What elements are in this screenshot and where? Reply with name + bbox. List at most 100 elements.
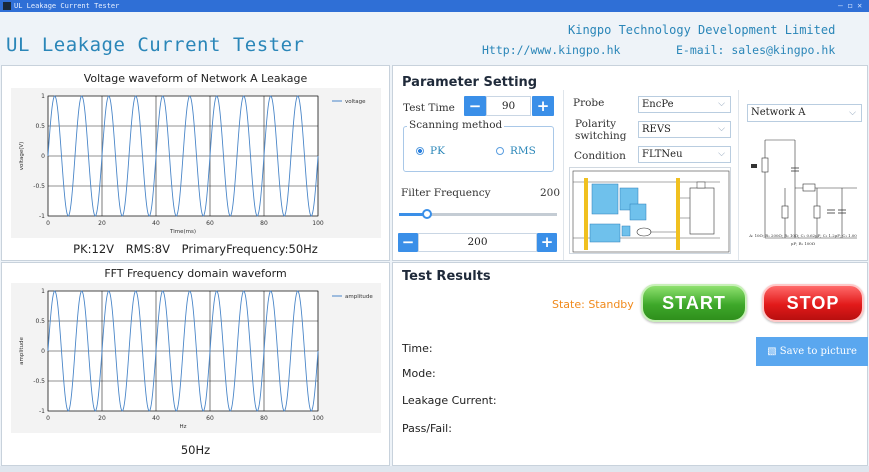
primary-frequency-value: PrimaryFrequency:50Hz: [181, 242, 318, 256]
state-status: State: Standby: [552, 298, 634, 311]
filter-frequency-label: Filter Frequency: [401, 187, 491, 199]
filter-minus-button[interactable]: −: [398, 233, 418, 252]
condition-label: Condition: [574, 150, 626, 162]
x-tick-label: 80: [260, 415, 268, 422]
website-text: Http://www.kingpo.hk: [482, 43, 621, 57]
network-value: Network A: [751, 107, 806, 118]
stop-button[interactable]: STOP: [762, 284, 864, 322]
scanning-method-label: Scanning method: [407, 119, 505, 131]
divider: [563, 90, 564, 260]
network-caption: A: 10Ω; R₁ 200Ω; R₂ 10Ω; C₁ 0.62μF; C₂ 1…: [749, 233, 857, 246]
window-titlebar[interactable]: UL Leakage Current Tester – ◻ ✕: [0, 0, 869, 12]
network-select[interactable]: Network A ⌵: [747, 104, 862, 122]
test-time-minus-button[interactable]: −: [464, 96, 486, 116]
start-button[interactable]: START: [641, 284, 747, 322]
voltage-chart-svg: 0 20 40 60 80 100 1 0.5 0 -0.5 -1 voltage Time(ms) vo…: [19, 93, 366, 235]
y-tick-label: -0.5: [33, 378, 45, 385]
image-icon: ▧: [767, 346, 780, 357]
polarity-label: Polarity switching: [575, 118, 627, 142]
window-title: UL Leakage Current Tester: [14, 2, 120, 10]
probe-label: Probe: [573, 97, 605, 109]
filter-frequency-value: 200: [540, 187, 561, 199]
radio-pk-label: PK: [430, 145, 445, 157]
x-axis-label: Hz: [179, 424, 186, 430]
rms-value: RMS:8V: [125, 242, 170, 256]
legend-label: voltage: [345, 99, 366, 105]
filter-slider-handle[interactable]: [422, 209, 433, 219]
app-header: Kingpo Technology Development Limited UL…: [0, 12, 869, 64]
y-tick-label: 1: [41, 93, 45, 100]
polarity-value: REVS: [642, 124, 671, 135]
voltage-chart-title: Voltage waveform of Network A Leakage: [83, 72, 308, 85]
y-axis-label: voltage(V): [19, 142, 25, 171]
test-results-title: Test Results: [402, 269, 491, 284]
test-time-plus-button[interactable]: +: [532, 96, 554, 116]
pk-value: PK:12V: [73, 242, 115, 256]
radio-rms-label: RMS: [510, 145, 536, 157]
fft-chart-svg: 0 20 40 60 80 100 1 0.5 0 -0.5 -1 amplitude Hz amplit…: [19, 288, 373, 430]
y-tick-label: 0.5: [35, 123, 45, 130]
save-to-picture-button[interactable]: ▧ Save to picture: [756, 337, 868, 366]
circuit-diagram-image: [572, 170, 730, 253]
mode-label: Mode:: [402, 367, 436, 380]
filter-frequency-input[interactable]: 200: [418, 233, 537, 252]
condition-value: FLTNeu: [642, 149, 683, 160]
save-to-picture-label: Save to picture: [779, 346, 857, 357]
y-tick-label: 0: [41, 153, 45, 160]
parameter-setting-title: Parameter Setting: [402, 75, 538, 90]
chevron-down-icon: ⌵: [718, 124, 725, 134]
polarity-select[interactable]: REVS ⌵: [638, 121, 731, 138]
radio-rms-dot[interactable]: [496, 147, 504, 155]
app-icon: [3, 2, 11, 10]
fft-chart-title: FFT Frequency domain waveform: [104, 267, 287, 280]
x-tick-label: 60: [206, 220, 214, 227]
y-tick-label: 1: [41, 288, 45, 295]
test-time-label: Test Time: [403, 102, 455, 114]
x-axis-label: Time(ms): [169, 229, 196, 235]
legend-label: amplitude: [345, 294, 373, 300]
x-tick-label: 100: [312, 415, 324, 422]
y-axis-label: amplitude: [19, 336, 25, 364]
radio-rms[interactable]: RMS: [496, 145, 536, 157]
network-diagram: A: 10Ω; R₁ 200Ω; R₂ 10Ω; C₁ 0.62μF; C₂ 1…: [747, 126, 863, 257]
x-tick-label: 0: [46, 220, 50, 227]
filter-plus-button[interactable]: +: [537, 233, 557, 252]
radio-pk[interactable]: PK: [416, 145, 445, 157]
y-tick-label: 0.5: [35, 318, 45, 325]
email-text: E-mail: sales@kingpo.hk: [676, 43, 836, 57]
test-results-panel: Test Results State: Standby START STOP ▧…: [392, 262, 868, 466]
window-controls[interactable]: – ◻ ✕: [838, 0, 862, 12]
y-tick-label: -1: [39, 408, 45, 415]
probe-select[interactable]: EncPe ⌵: [638, 96, 731, 113]
chevron-down-icon: ⌵: [718, 99, 725, 109]
fft-chart: 0 20 40 60 80 100 1 0.5 0 -0.5 -1 amplitude Hz amplit…: [11, 283, 381, 433]
x-tick-label: 20: [98, 220, 106, 227]
x-tick-label: 100: [312, 220, 324, 227]
parameter-setting-panel: Parameter Setting Test Time − 90 + Scann…: [392, 65, 868, 261]
app-title: UL Leakage Current Tester: [6, 34, 305, 56]
y-tick-label: -0.5: [33, 183, 45, 190]
company-name: Kingpo Technology Development Limited: [568, 23, 836, 37]
radio-pk-dot[interactable]: [416, 147, 424, 155]
status-strip: [0, 466, 869, 472]
leakage-current-label: Leakage Current:: [402, 394, 497, 407]
probe-value: EncPe: [642, 99, 674, 110]
y-tick-label: -1: [39, 213, 45, 220]
time-label: Time:: [402, 342, 433, 355]
fft-waveform-panel: FFT Frequency domain waveform 0 20 40 60 80 1…: [1, 262, 390, 466]
condition-select[interactable]: FLTNeu ⌵: [638, 146, 731, 163]
pass-fail-label: Pass/Fail:: [402, 422, 452, 435]
fft-stats: 50Hz: [180, 443, 211, 457]
x-tick-label: 40: [152, 220, 160, 227]
voltage-chart: 0 20 40 60 80 100 1 0.5 0 -0.5 -1 voltage Time(ms) vo…: [11, 88, 381, 238]
voltage-waveform-panel: Voltage waveform of Network A Leakage 0 2…: [1, 65, 390, 261]
test-time-input[interactable]: 90: [486, 96, 531, 116]
chevron-down-icon: ⌵: [849, 108, 856, 118]
y-tick-label: 0: [41, 348, 45, 355]
voltage-stats: PK:12V RMS:8V PrimaryFrequency:50Hz: [2, 242, 389, 256]
divider: [738, 90, 739, 260]
x-tick-label: 0: [46, 415, 50, 422]
x-tick-label: 40: [152, 415, 160, 422]
circuit-diagram: [569, 167, 731, 254]
x-tick-label: 60: [206, 415, 214, 422]
